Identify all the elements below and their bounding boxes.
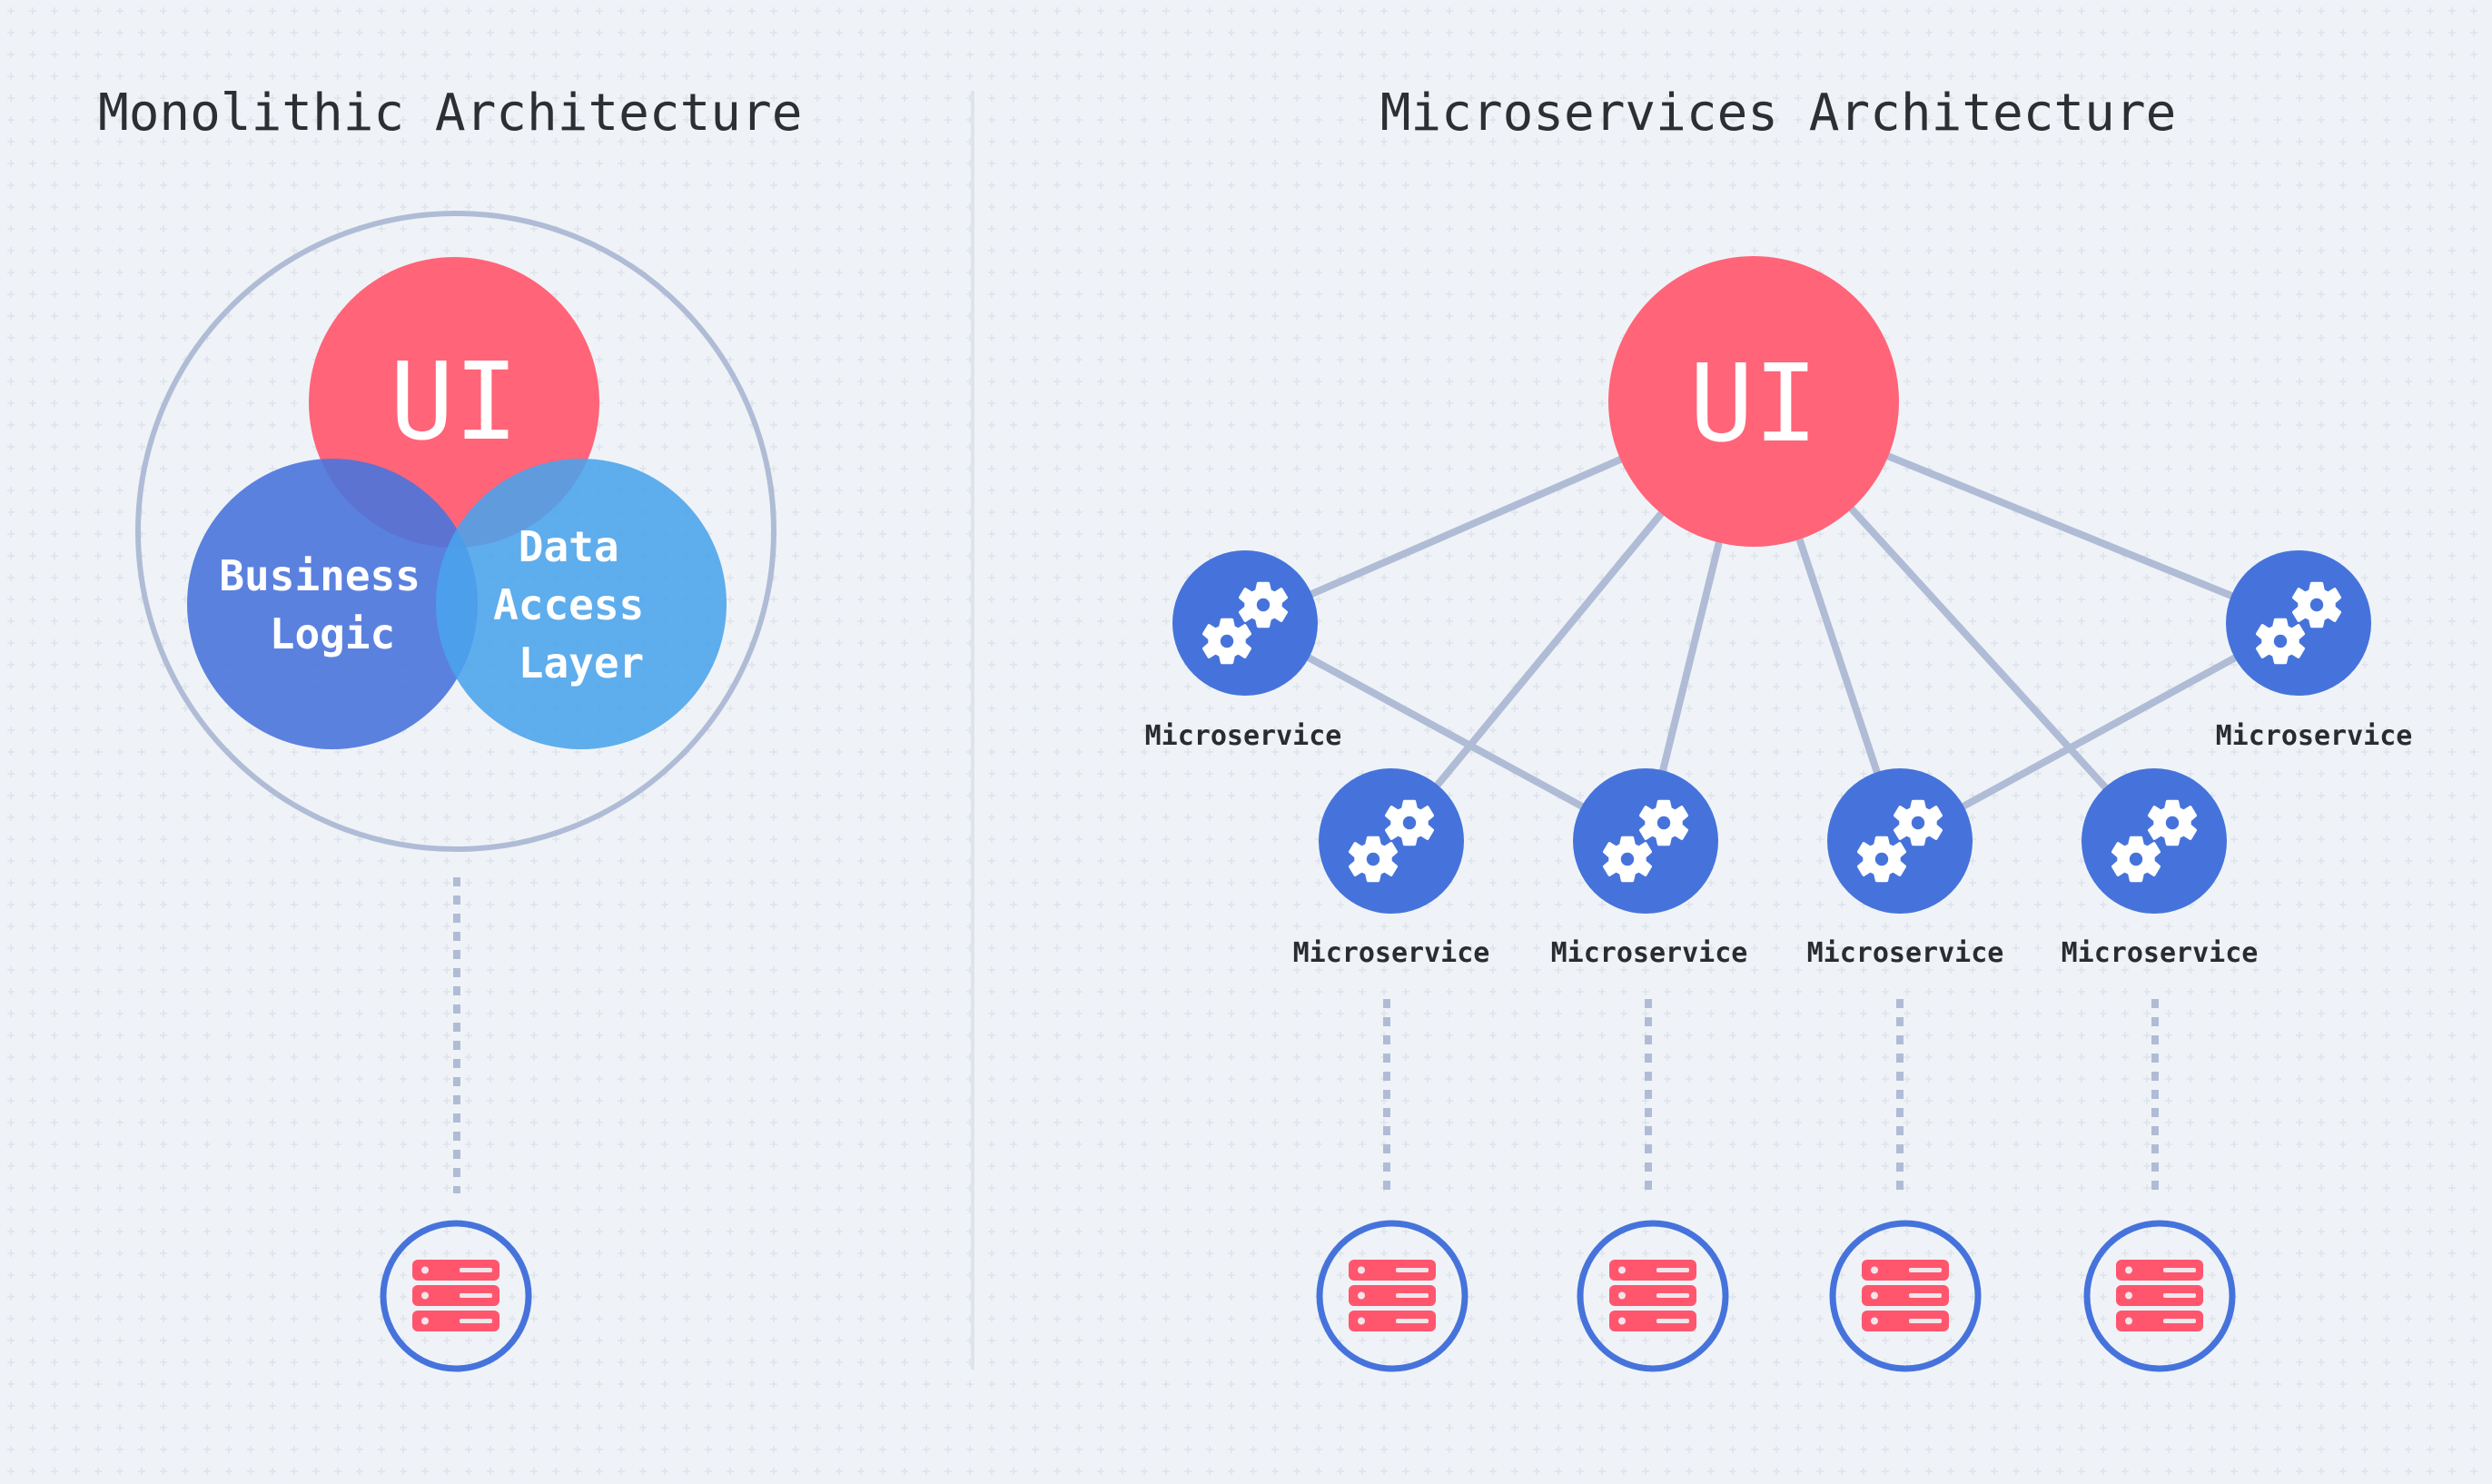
- microservice-label: Microservice: [2062, 937, 2259, 969]
- data-access-line-3: Layer: [519, 638, 644, 688]
- microservice-circle: [1827, 768, 1973, 914]
- microservice-circle: [1172, 550, 1318, 696]
- business-logic-line-1: Business: [219, 551, 420, 600]
- database-server-icon: [1862, 1260, 1949, 1331]
- microservice-circle: [2082, 768, 2227, 914]
- microservice-circle: [1319, 768, 1464, 914]
- microservice-label: Microservice: [1145, 720, 1342, 752]
- database-server-icon: [412, 1260, 499, 1331]
- microservice-label: Microservice: [1551, 937, 1748, 969]
- data-access-layer-label: Data Access Layer: [493, 522, 669, 688]
- database-server-icon: [1609, 1260, 1696, 1331]
- business-logic-line-2: Logic: [270, 609, 395, 658]
- architecture-diagram: Monolithic Architecture UI Business Logi…: [0, 0, 2492, 1484]
- microservice-label: Microservice: [1293, 937, 1490, 969]
- monolith-ui-label: UI: [390, 339, 519, 464]
- microservice-label: Microservice: [2216, 720, 2413, 752]
- data-access-line-1: Data: [519, 522, 619, 571]
- microservices-ui-label: UI: [1689, 341, 1818, 466]
- microservices-title: Microservices Architecture: [1380, 84, 2177, 143]
- database-server-icon: [1349, 1260, 1436, 1331]
- microservice-label: Microservice: [1807, 937, 2004, 969]
- microservice-circle: [1573, 768, 1718, 914]
- microservice-circle: [2226, 550, 2371, 696]
- data-access-line-2: Access: [493, 580, 644, 629]
- business-logic-circle: [187, 459, 478, 749]
- database-server-icon: [2116, 1260, 2203, 1331]
- monolithic-title: Monolithic Architecture: [98, 84, 802, 143]
